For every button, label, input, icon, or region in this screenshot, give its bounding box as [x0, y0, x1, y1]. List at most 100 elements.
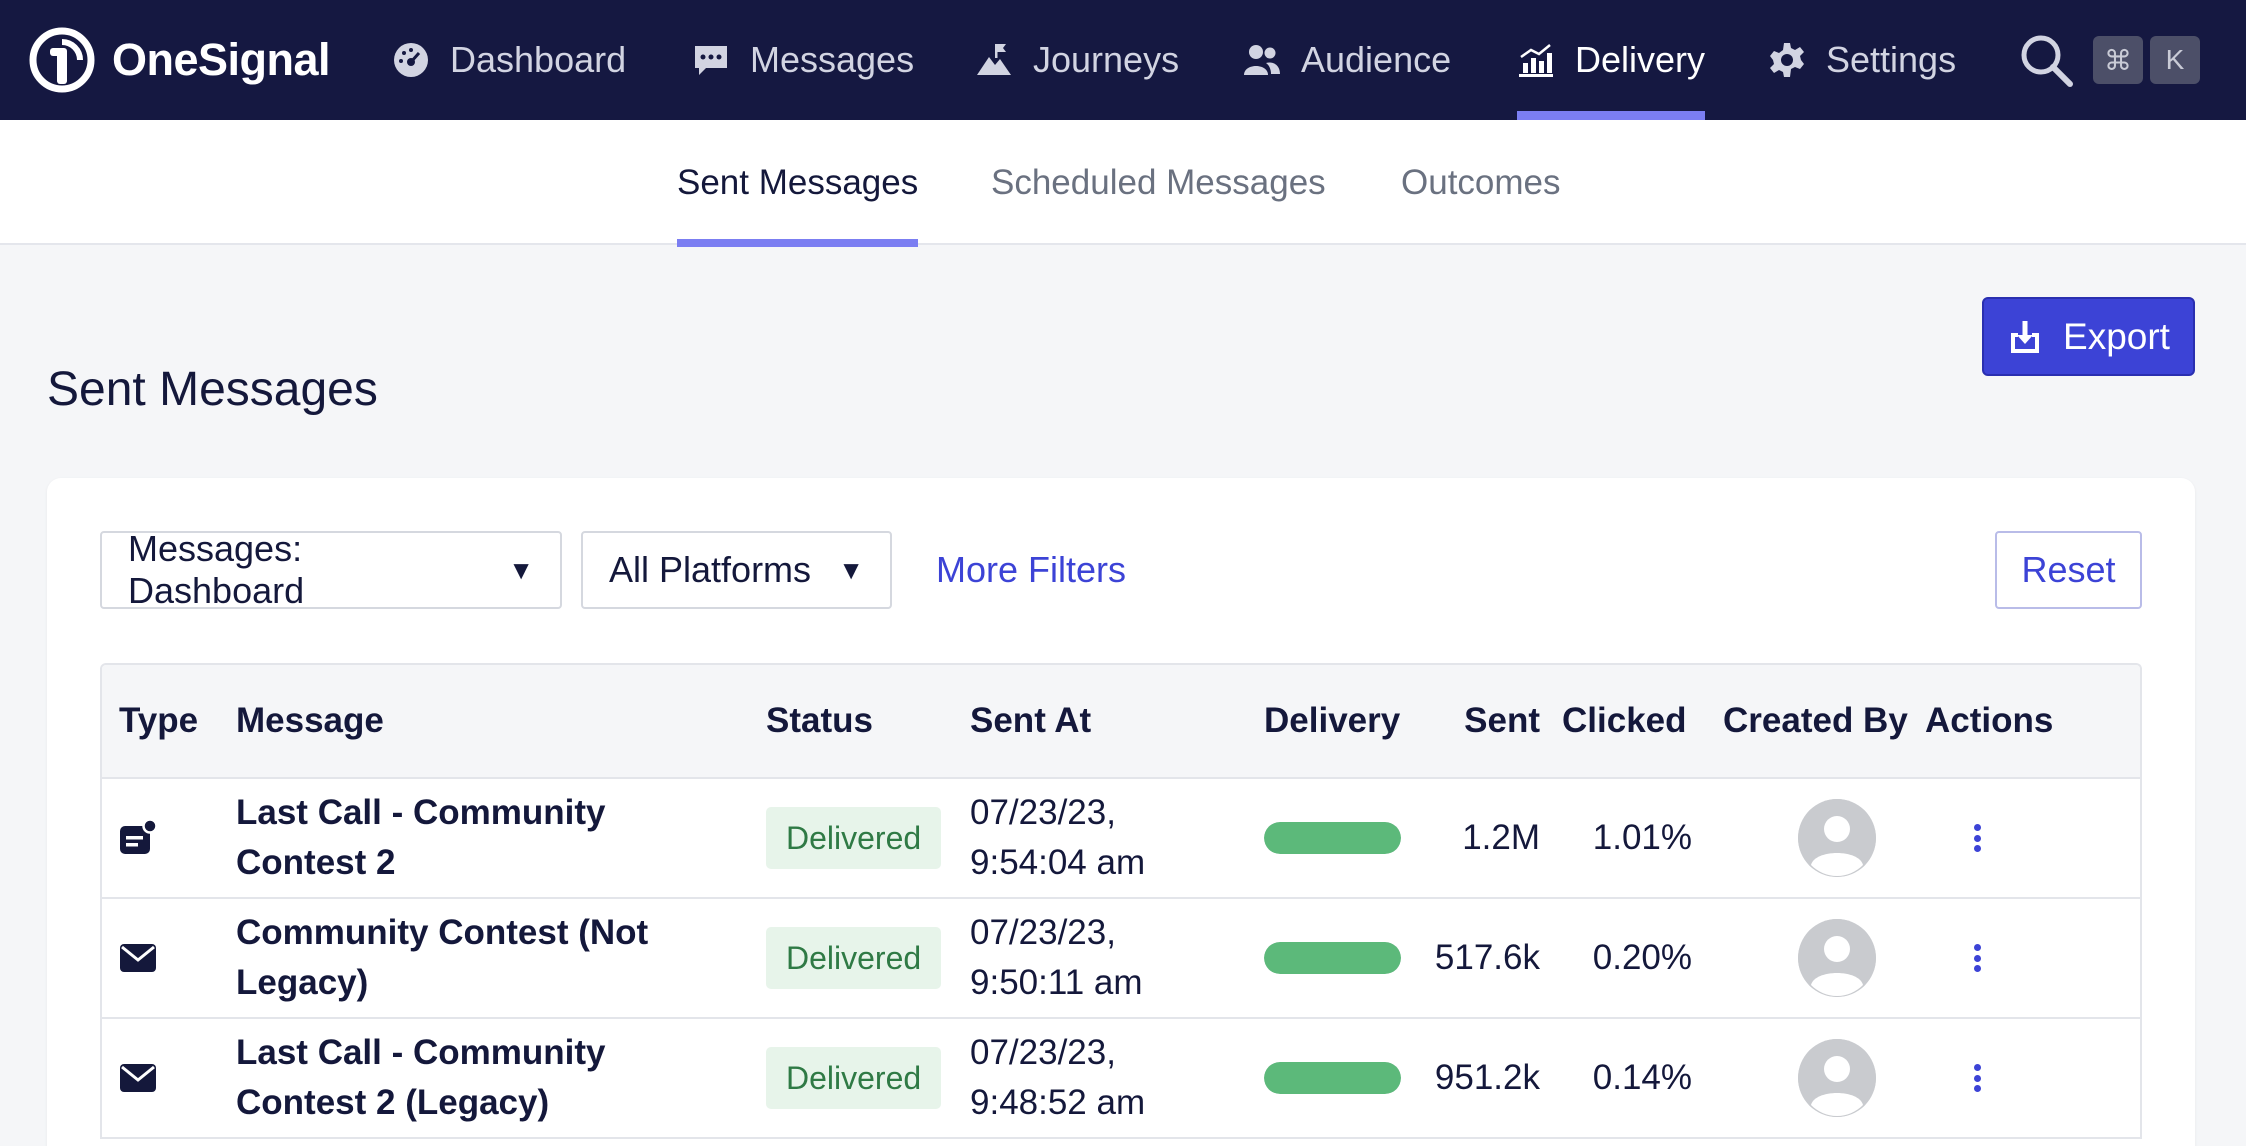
column-header-status: Status	[766, 701, 873, 740]
nav-audience-label: Audience	[1301, 39, 1452, 80]
created-by-cell	[1798, 1019, 1876, 1137]
messages-filter-value: Messages: Dashboard	[128, 528, 305, 611]
export-button[interactable]: Export	[1982, 297, 2195, 376]
platforms-filter-value: All Platforms	[609, 549, 812, 590]
avatar[interactable]	[1798, 799, 1876, 877]
sent-at-time: 9:48:52 am	[970, 1083, 1146, 1122]
tab-scheduled-messages-label: Scheduled Messages	[991, 162, 1326, 202]
message-name-line: Last Call - Community	[236, 1033, 606, 1072]
delivery-cell	[1264, 899, 1401, 1017]
sent-at-time: 9:50:11 am	[970, 963, 1143, 1002]
nav-audience[interactable]: Audience	[1243, 0, 1451, 120]
delivery-progress-bar	[1264, 1062, 1401, 1094]
nav-dashboard-label: Dashboard	[450, 39, 627, 80]
sent-at-date: 07/23/23,	[970, 793, 1116, 832]
message-name-line: Legacy)	[236, 963, 369, 1002]
message-name-line: Contest 2	[236, 843, 396, 882]
users-icon	[1244, 45, 1280, 75]
email-icon	[120, 944, 156, 972]
chat-bubble-icon	[695, 46, 727, 75]
nav-dashboard[interactable]: Dashboard	[392, 0, 626, 120]
table-row[interactable]: Last Call - Community Contest 2 (Legacy)…	[102, 1019, 2140, 1139]
nav-messages[interactable]: Messages	[692, 0, 914, 120]
caret-down-icon: ▼	[838, 554, 864, 585]
sent-at-date: 07/23/23,	[970, 1033, 1116, 1072]
avatar[interactable]	[1798, 919, 1876, 997]
type-cell	[119, 779, 157, 897]
sent-at-date: 07/23/23,	[970, 913, 1116, 952]
message-name[interactable]: Last Call - Community Contest 2	[236, 788, 696, 888]
mountain-flag-icon	[977, 44, 1011, 75]
avatar[interactable]	[1798, 1039, 1876, 1117]
reset-button[interactable]: Reset	[1995, 531, 2142, 609]
sent-count: 517.6k	[1434, 938, 1540, 977]
email-icon	[120, 1064, 156, 1092]
user-avatar-icon	[1798, 799, 1876, 877]
message-cell[interactable]: Community Contest (Not Legacy)	[236, 899, 696, 1017]
sent-at-cell: 07/23/23, 9:54:04 am	[970, 779, 1145, 897]
column-header-actions: Actions	[1925, 701, 2054, 740]
tab-scheduled-messages[interactable]: Scheduled Messages	[991, 120, 1326, 245]
column-header-message: Message	[236, 701, 384, 740]
tab-active-indicator	[677, 239, 919, 247]
nav-settings-label: Settings	[1826, 39, 1957, 80]
nav-delivery[interactable]: Delivery	[1517, 0, 1706, 120]
bar-chart-icon	[1519, 44, 1553, 77]
nav-journeys-label: Journeys	[1033, 39, 1180, 80]
message-name[interactable]: Last Call - Community Contest 2 (Legacy)	[236, 1028, 696, 1128]
status-cell: Delivered	[766, 899, 942, 1017]
tab-outcomes[interactable]: Outcomes	[1401, 120, 1561, 245]
sent-count: 1.2M	[1462, 818, 1540, 857]
delivery-cell	[1264, 779, 1401, 897]
tab-sent-messages[interactable]: Sent Messages	[677, 120, 919, 247]
top-nav: OneSignal Dashboard Messages Journeys Au…	[0, 0, 2246, 120]
message-name[interactable]: Community Contest (Not Legacy)	[236, 908, 696, 1008]
table-row[interactable]: Community Contest (Not Legacy) Delivered…	[102, 899, 2140, 1019]
delivery-cell	[1264, 1019, 1401, 1137]
nav-messages-label: Messages	[750, 39, 915, 80]
type-cell	[119, 1019, 157, 1137]
more-actions-icon[interactable]	[1962, 1058, 1992, 1098]
delivery-progress-bar	[1264, 822, 1401, 854]
messages-card: Messages: Dashboard ▼ All Platforms ▼ Mo…	[47, 478, 2195, 1146]
table-row[interactable]: Last Call - Community Contest 2 Delivere…	[102, 779, 2140, 899]
more-actions-icon[interactable]	[1962, 938, 1992, 978]
shortcut-key-cmd: ⌘	[2093, 36, 2143, 84]
user-avatar-icon	[1798, 919, 1876, 997]
gear-icon	[1770, 43, 1804, 77]
column-header-delivery: Delivery	[1264, 701, 1401, 740]
message-name-line: Community Contest (Not	[236, 913, 649, 952]
column-header-created-by: Created By	[1723, 701, 1908, 740]
delivery-progress-bar	[1264, 942, 1401, 974]
sent-messages-table: Type Message Status Sent At Delivery Sen…	[100, 663, 2142, 1139]
message-name-line: Contest 2 (Legacy)	[236, 1083, 550, 1122]
more-filters-link[interactable]: More Filters	[936, 531, 1126, 609]
created-by-cell	[1798, 899, 1876, 1017]
tab-sent-messages-label: Sent Messages	[677, 162, 919, 202]
column-header-sent: Sent	[1464, 701, 1540, 740]
actions-cell	[1962, 899, 1992, 1017]
export-label: Export	[2063, 315, 2170, 357]
nav-settings[interactable]: Settings	[1768, 0, 1956, 120]
brand-name: OneSignal	[112, 34, 331, 85]
sent-at-cell: 07/23/23, 9:50:11 am	[970, 899, 1143, 1017]
clicked-rate: 0.14%	[1592, 1058, 1692, 1097]
message-cell[interactable]: Last Call - Community Contest 2 (Legacy)	[236, 1019, 696, 1137]
sent-at-cell: 07/23/23, 9:48:52 am	[970, 1019, 1145, 1137]
messages-filter-select[interactable]: Messages: Dashboard ▼	[100, 528, 562, 611]
user-avatar-icon	[1798, 1039, 1876, 1117]
status-cell: Delivered	[766, 779, 942, 897]
page-title: Sent Messages	[47, 363, 378, 416]
status-badge: Delivered	[766, 1047, 942, 1109]
delivery-progress-fill	[1264, 1062, 1401, 1094]
shortcut-key-k: K	[2150, 36, 2200, 84]
brand[interactable]: OneSignal	[28, 24, 331, 96]
more-actions-icon[interactable]	[1962, 818, 1992, 858]
message-cell[interactable]: Last Call - Community Contest 2	[236, 779, 696, 897]
nav-journeys[interactable]: Journeys	[975, 0, 1179, 120]
platforms-filter-select[interactable]: All Platforms ▼	[581, 531, 892, 609]
nav-active-indicator	[1517, 111, 1706, 120]
search-icon[interactable]	[2018, 32, 2074, 88]
sub-tabs: Sent Messages Scheduled Messages Outcome…	[0, 120, 2246, 247]
status-cell: Delivered	[766, 1019, 942, 1137]
